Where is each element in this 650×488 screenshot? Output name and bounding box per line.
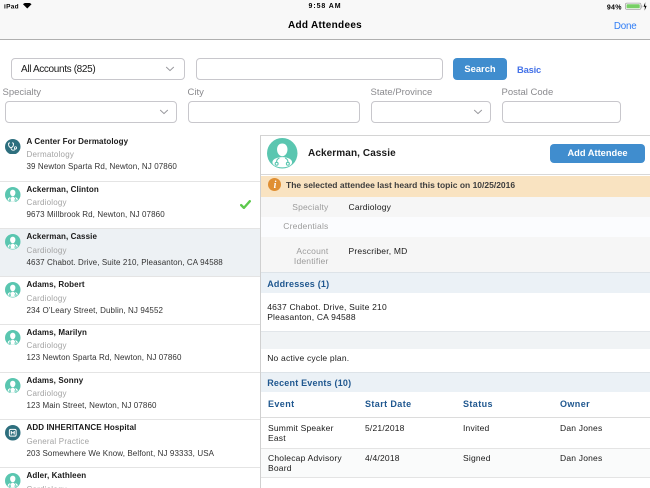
svg-text:i: i bbox=[274, 180, 277, 191]
